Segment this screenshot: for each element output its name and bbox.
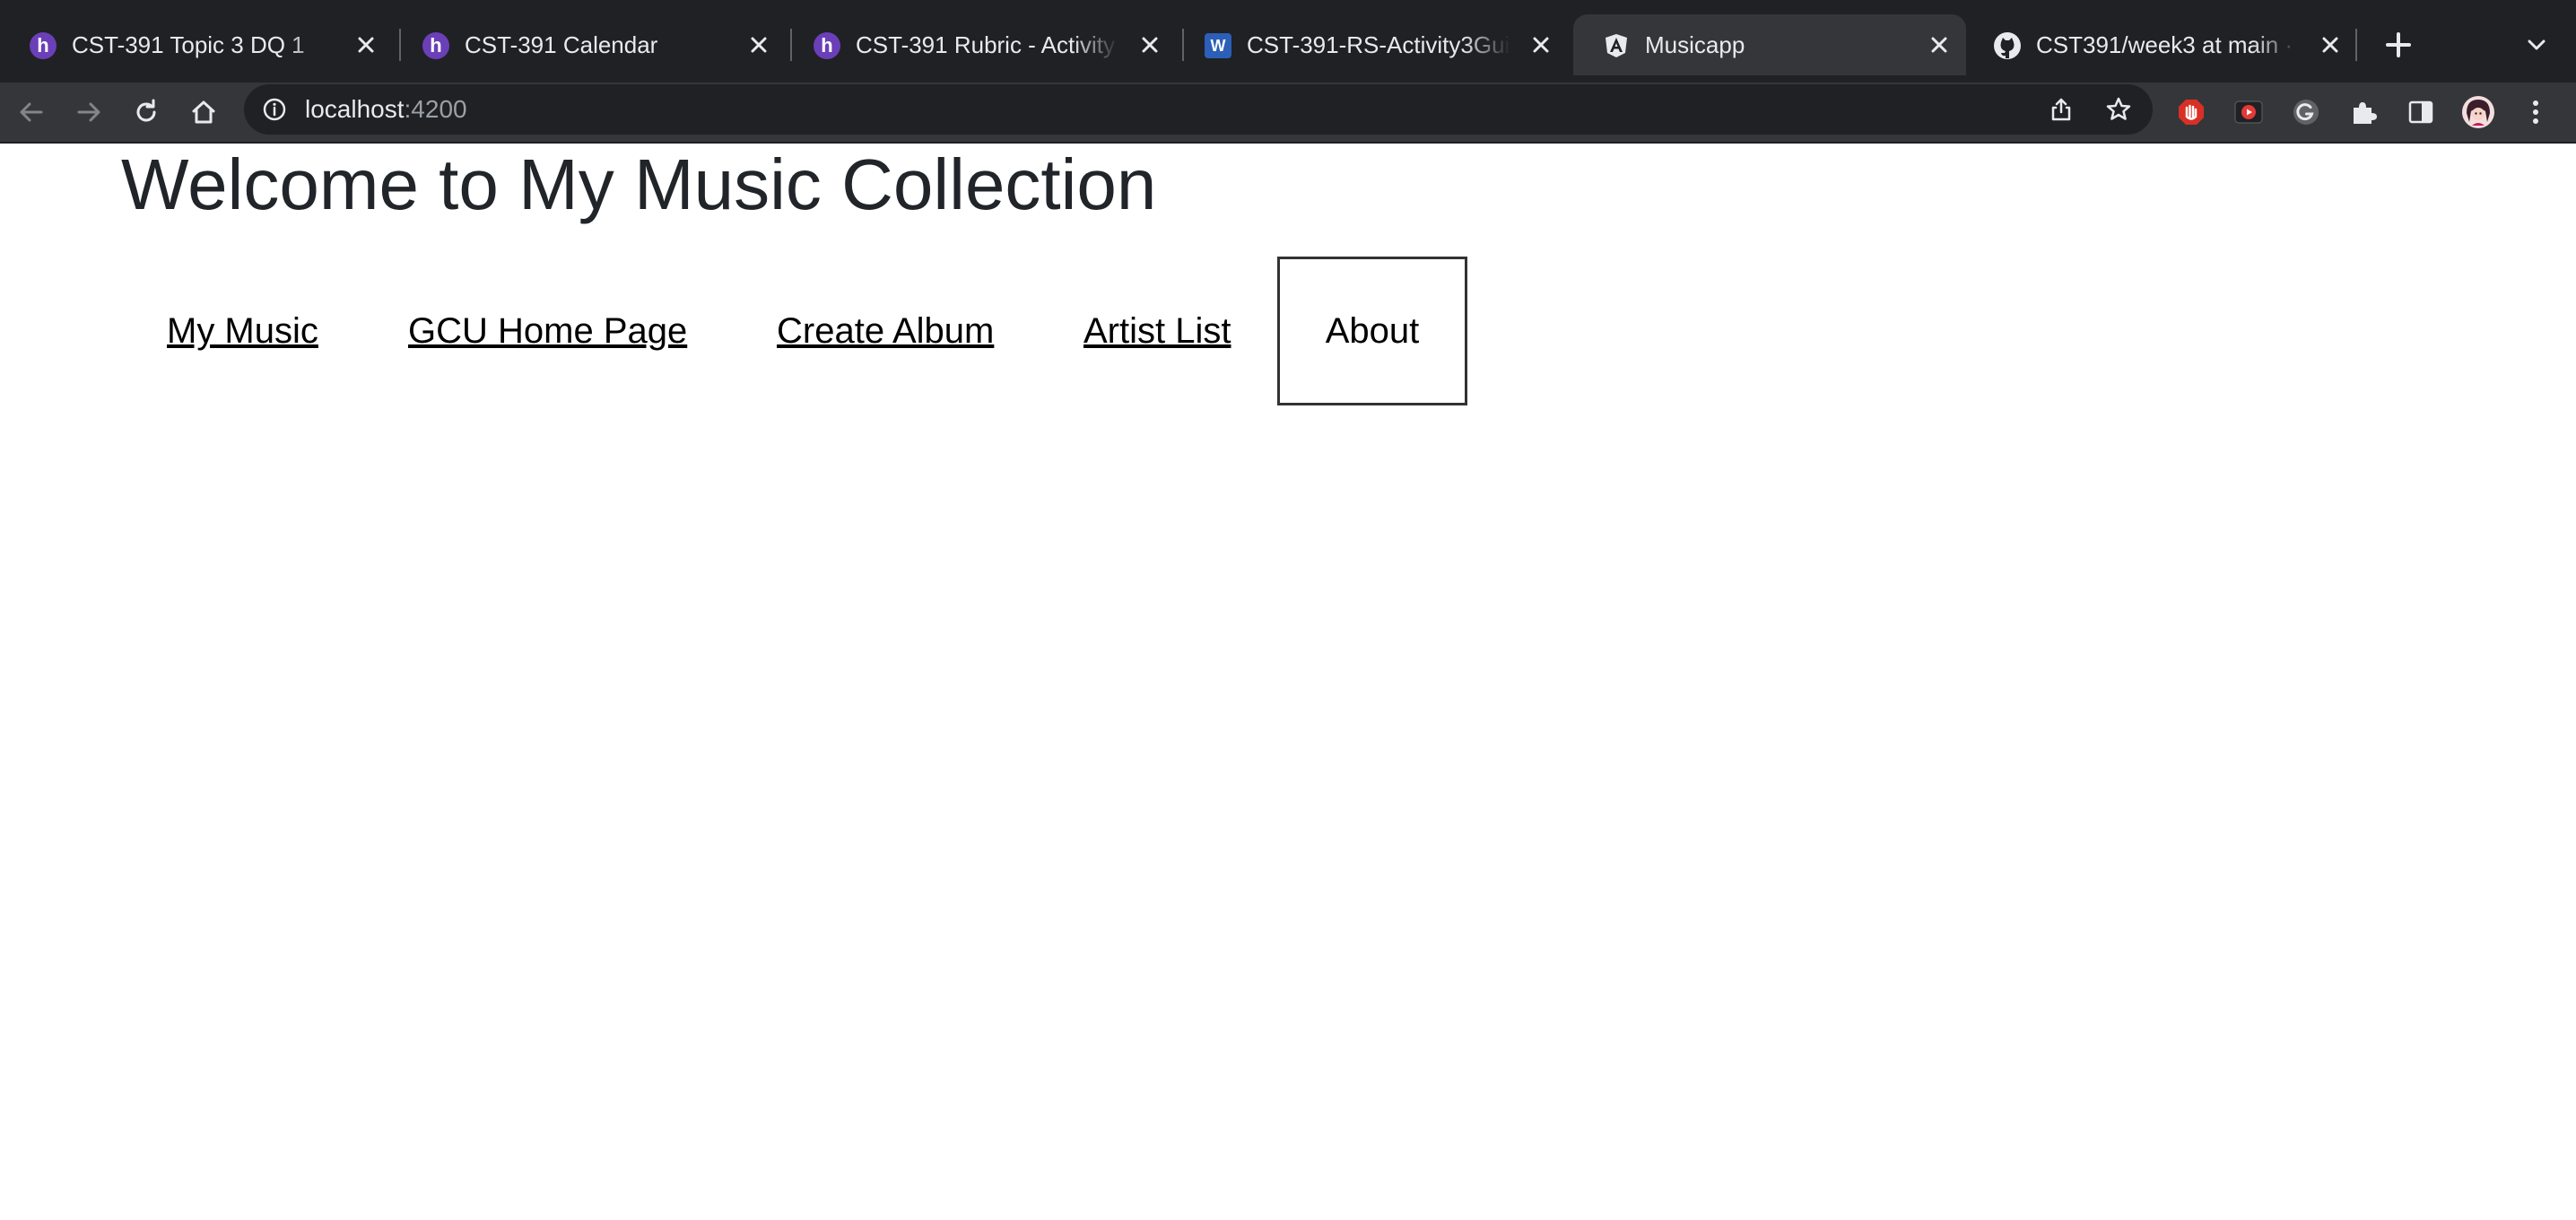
close-icon[interactable] (1925, 30, 1954, 59)
arrow-right-icon (77, 102, 100, 122)
h-logo-icon: h (422, 31, 450, 60)
grammarly-extension-icon[interactable] (2289, 95, 2323, 129)
github-icon (1993, 31, 2022, 60)
forward-button[interactable] (68, 92, 109, 133)
nav-link-my-music[interactable]: My Music (167, 257, 318, 405)
tab-divider (2355, 29, 2357, 61)
h-logo-icon: h (813, 31, 841, 60)
puzzle-icon[interactable] (2346, 95, 2380, 129)
url-text[interactable]: localhost:4200 (305, 84, 467, 135)
url-host: localhost (305, 95, 405, 123)
info-icon[interactable] (260, 95, 289, 124)
browser-tab-rubric[interactable]: h CST-391 Rubric - Activity 3 (784, 14, 1177, 75)
tab-title: CST-391 Calendar (465, 31, 658, 58)
new-tab-button[interactable] (2379, 25, 2418, 65)
browser-tab-strip: h CST-391 Topic 3 DQ 1 h CST-391 Calenda… (0, 0, 2576, 83)
bookmark-star-icon[interactable] (2104, 95, 2133, 124)
close-icon[interactable] (1527, 30, 1555, 59)
close-icon[interactable] (744, 30, 773, 59)
nav-link-artist-list[interactable]: Artist List (1083, 257, 1231, 405)
back-button[interactable] (11, 92, 52, 133)
chevron-down-icon (2528, 39, 2546, 50)
tab-title: CST391/week3 at main · ar (2036, 31, 2300, 58)
nav-link-about[interactable]: About (1277, 257, 1467, 405)
browser-tab-calendar[interactable]: h CST-391 Calendar (393, 14, 786, 75)
youtube-extension-icon[interactable] (2232, 95, 2266, 129)
nav-link-create-album[interactable]: Create Album (777, 257, 994, 405)
close-icon[interactable] (2316, 30, 2345, 59)
reload-button[interactable] (126, 92, 167, 133)
share-icon[interactable] (2047, 95, 2076, 124)
browser-tab-topic3-dq1[interactable]: h CST-391 Topic 3 DQ 1 (0, 14, 393, 75)
tab-title: CST-391 Topic 3 DQ 1 (72, 31, 305, 58)
angular-icon (1602, 31, 1631, 60)
reload-icon (136, 99, 156, 122)
arrow-left-icon (20, 102, 43, 122)
word-icon: W (1204, 31, 1232, 60)
address-bar[interactable]: localhost:4200 (244, 84, 2153, 135)
more-menu-button[interactable] (2515, 92, 2556, 133)
nav-link-gcu-home-page[interactable]: GCU Home Page (408, 257, 687, 405)
tab-search-button[interactable] (2519, 27, 2554, 63)
browser-toolbar: localhost:4200 (0, 83, 2576, 144)
adblock-extension-icon[interactable] (2174, 95, 2208, 129)
tab-title: Musicapp (1645, 31, 1745, 58)
url-port: :4200 (404, 95, 467, 123)
avatar[interactable] (2461, 95, 2495, 129)
page-title: Welcome to My Music Collection (121, 144, 1157, 224)
close-icon[interactable] (1136, 30, 1164, 59)
browser-tab-activity3-guide[interactable]: W CST-391-RS-Activity3Guide (1175, 14, 1568, 75)
h-logo-icon: h (29, 31, 57, 60)
browser-tab-musicapp[interactable]: Musicapp (1573, 14, 1966, 75)
home-icon (192, 100, 215, 124)
home-button[interactable] (183, 92, 224, 133)
tab-title: CST-391 Rubric - Activity 3 (856, 31, 1119, 58)
kebab-menu-icon (2533, 100, 2538, 124)
side-panel-icon[interactable] (2404, 95, 2438, 129)
plus-icon (2386, 32, 2411, 57)
tab-title: CST-391-RS-Activity3Guide (1247, 31, 1510, 58)
close-icon[interactable] (352, 30, 380, 59)
browser-tab-github[interactable]: CST391/week3 at main · ar (1964, 14, 2357, 75)
